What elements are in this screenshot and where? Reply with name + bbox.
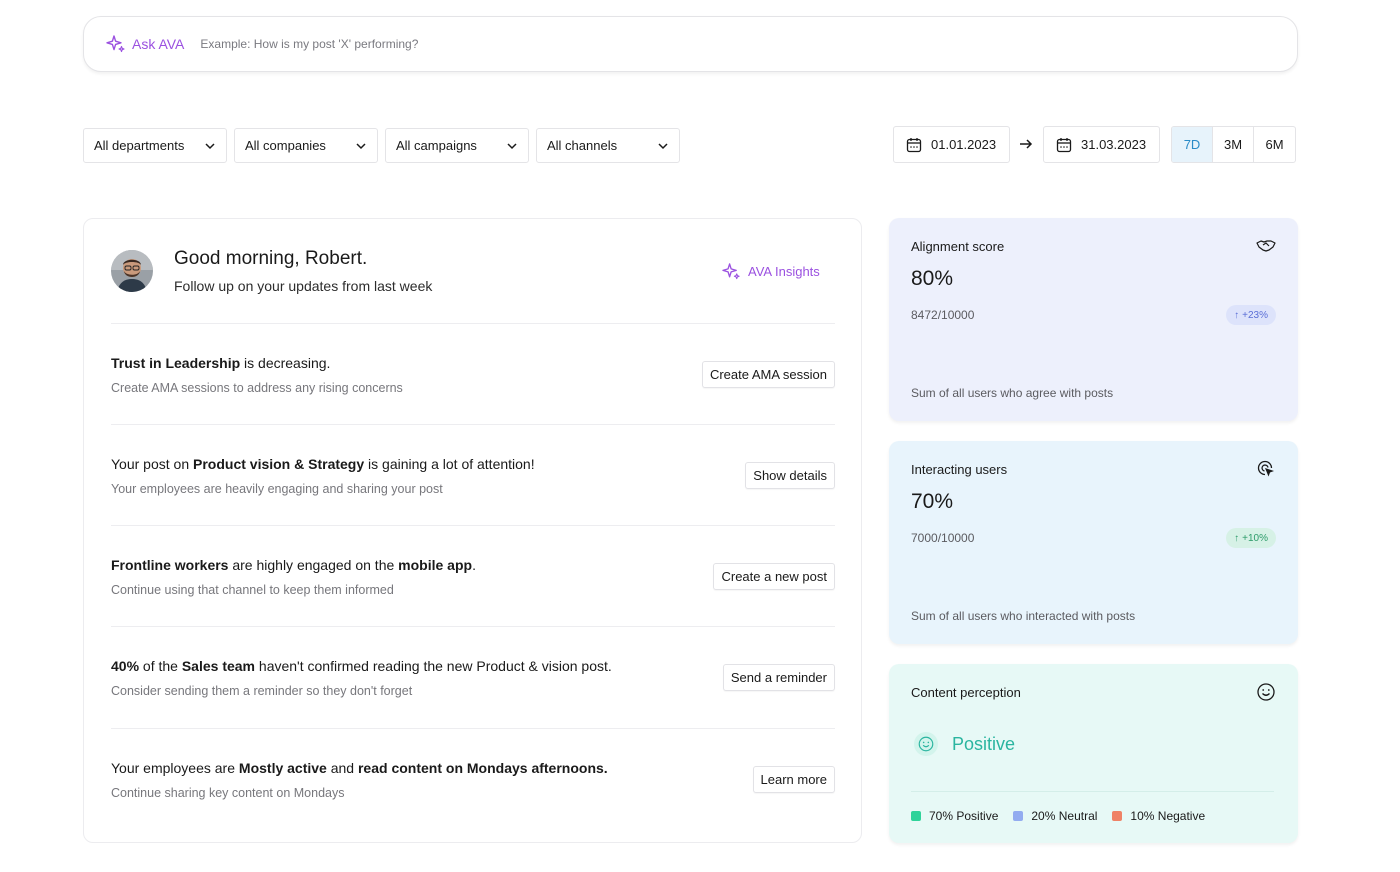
insight-item: Your employees are Mostly active and rea… — [111, 760, 835, 820]
content-perception-card: Content perception Positive 70% Positive… — [889, 664, 1298, 843]
ask-ava-label: Ask AVA — [132, 36, 185, 52]
insight-subtitle: Continue sharing key content on Mondays — [111, 786, 345, 800]
legend-label: 20% Neutral — [1031, 809, 1098, 823]
arrow-up-icon: ↑ — [1234, 532, 1240, 544]
interacting-users-value: 70% — [911, 490, 954, 513]
perception-value: Positive — [914, 732, 1015, 756]
create-ama-session-button[interactable]: Create AMA session — [701, 361, 835, 388]
insight-item: Frontline workers are highly engaged on … — [111, 557, 835, 617]
sparkle-icon — [106, 34, 126, 54]
interacting-users-count: 7000/10000 — [911, 531, 975, 545]
legend-swatch — [1112, 811, 1123, 821]
greeting-title: Good morning, Robert. — [174, 248, 368, 269]
create-new-post-button[interactable]: Create a new post — [713, 563, 835, 590]
alignment-score-description: Sum of all users who agree with posts — [911, 386, 1114, 400]
trend-badge-value: +10% — [1242, 532, 1268, 544]
calendar-icon — [906, 137, 922, 153]
ava-insights-label: AVA Insights — [748, 264, 820, 279]
insight-subtitle: Your employees are heavily engaging and … — [111, 482, 443, 496]
legend-swatch — [911, 811, 921, 821]
range-6m-button[interactable]: 6M — [1254, 127, 1295, 162]
chevron-down-icon — [506, 140, 518, 152]
insight-title: Your post on Product vision & Strategy i… — [111, 456, 535, 472]
perception-legend: 70% Positive 20% Neutral 10% Negative — [911, 809, 1205, 823]
company-filter[interactable]: All companies — [234, 128, 378, 163]
alignment-score-value: 80% — [911, 267, 954, 290]
insight-title: 40% of the Sales team haven't confirmed … — [111, 658, 612, 674]
calendar-icon — [1056, 137, 1072, 153]
divider — [111, 424, 835, 425]
send-reminder-button[interactable]: Send a reminder — [722, 664, 835, 691]
alignment-score-title: Alignment score — [911, 239, 1005, 254]
legend-item-negative: 10% Negative — [1112, 809, 1205, 823]
start-date-picker[interactable]: 01.01.2023 — [893, 126, 1010, 163]
insight-subtitle: Create AMA sessions to address any risin… — [111, 381, 403, 395]
channel-filter[interactable]: All channels — [536, 128, 680, 163]
ask-ava-input[interactable]: Example: How is my post 'X' performing? — [200, 37, 418, 51]
show-details-button[interactable]: Show details — [745, 462, 835, 489]
insight-subtitle: Consider sending them a reminder so they… — [111, 684, 413, 698]
greeting-subtitle: Follow up on your updates from last week — [174, 278, 433, 294]
handshake-icon — [1256, 236, 1276, 256]
smiley-icon — [914, 732, 938, 756]
insight-title: Trust in Leadership is decreasing. — [111, 355, 331, 371]
insight-title: Your employees are Mostly active and rea… — [111, 760, 608, 776]
range-3m-button[interactable]: 3M — [1213, 127, 1254, 162]
department-filter-label: All departments — [94, 138, 185, 153]
interacting-users-description: Sum of all users who interacted with pos… — [911, 609, 1136, 623]
legend-swatch — [1013, 811, 1024, 821]
click-target-icon — [1256, 459, 1276, 479]
arrow-right-icon — [1018, 136, 1034, 152]
divider — [111, 525, 835, 526]
insights-card: Good morning, Robert. Follow up on your … — [83, 218, 862, 843]
trend-badge: ↑ +10% — [1226, 528, 1276, 548]
chevron-down-icon — [204, 140, 216, 152]
company-filter-label: All companies — [245, 138, 326, 153]
perception-label: Positive — [952, 733, 1016, 754]
range-selector: 7D 3M 6M — [1171, 126, 1296, 163]
channel-filter-label: All channels — [547, 138, 618, 153]
sparkle-icon — [722, 262, 741, 281]
divider — [111, 626, 835, 627]
interacting-users-title: Interacting users — [911, 462, 1008, 477]
chevron-down-icon — [657, 140, 669, 152]
legend-item-neutral: 20% Neutral — [1013, 809, 1097, 823]
legend-item-positive: 70% Positive — [911, 809, 998, 823]
start-date-value: 01.01.2023 — [931, 137, 997, 152]
insight-item: 40% of the Sales team haven't confirmed … — [111, 658, 835, 718]
alignment-score-count: 8472/10000 — [911, 308, 975, 322]
ask-ava-bar[interactable]: Ask AVA Example: How is my post 'X' perf… — [83, 16, 1298, 72]
content-perception-title: Content perception — [911, 685, 1021, 700]
divider — [111, 323, 835, 324]
ava-insights-link[interactable]: AVA Insights — [722, 262, 820, 281]
insight-subtitle: Continue using that channel to keep them… — [111, 583, 394, 597]
end-date-picker[interactable]: 31.03.2023 — [1043, 126, 1160, 163]
insight-item: Your post on Product vision & Strategy i… — [111, 456, 835, 516]
chevron-down-icon — [355, 140, 367, 152]
campaign-filter-label: All campaigns — [396, 138, 477, 153]
avatar[interactable] — [111, 250, 153, 292]
campaign-filter[interactable]: All campaigns — [385, 128, 529, 163]
trend-badge: ↑ +23% — [1226, 305, 1276, 325]
trend-badge-value: +23% — [1242, 309, 1268, 321]
divider — [911, 791, 1274, 792]
legend-label: 70% Positive — [929, 809, 999, 823]
department-filter[interactable]: All departments — [83, 128, 227, 163]
insight-item: Trust in Leadership is decreasing. Creat… — [111, 355, 835, 415]
end-date-value: 31.03.2023 — [1081, 137, 1147, 152]
divider — [111, 728, 835, 729]
learn-more-button[interactable]: Learn more — [752, 766, 835, 793]
range-7d-button[interactable]: 7D — [1172, 127, 1213, 162]
smiley-icon — [1256, 682, 1276, 702]
alignment-score-card: Alignment score 80% 8472/10000 ↑ +23% Su… — [889, 218, 1298, 421]
legend-label: 10% Negative — [1130, 809, 1206, 823]
arrow-up-icon: ↑ — [1234, 309, 1240, 321]
interacting-users-card: Interacting users 70% 7000/10000 ↑ +10% … — [889, 441, 1298, 644]
insight-title: Frontline workers are highly engaged on … — [111, 557, 476, 573]
